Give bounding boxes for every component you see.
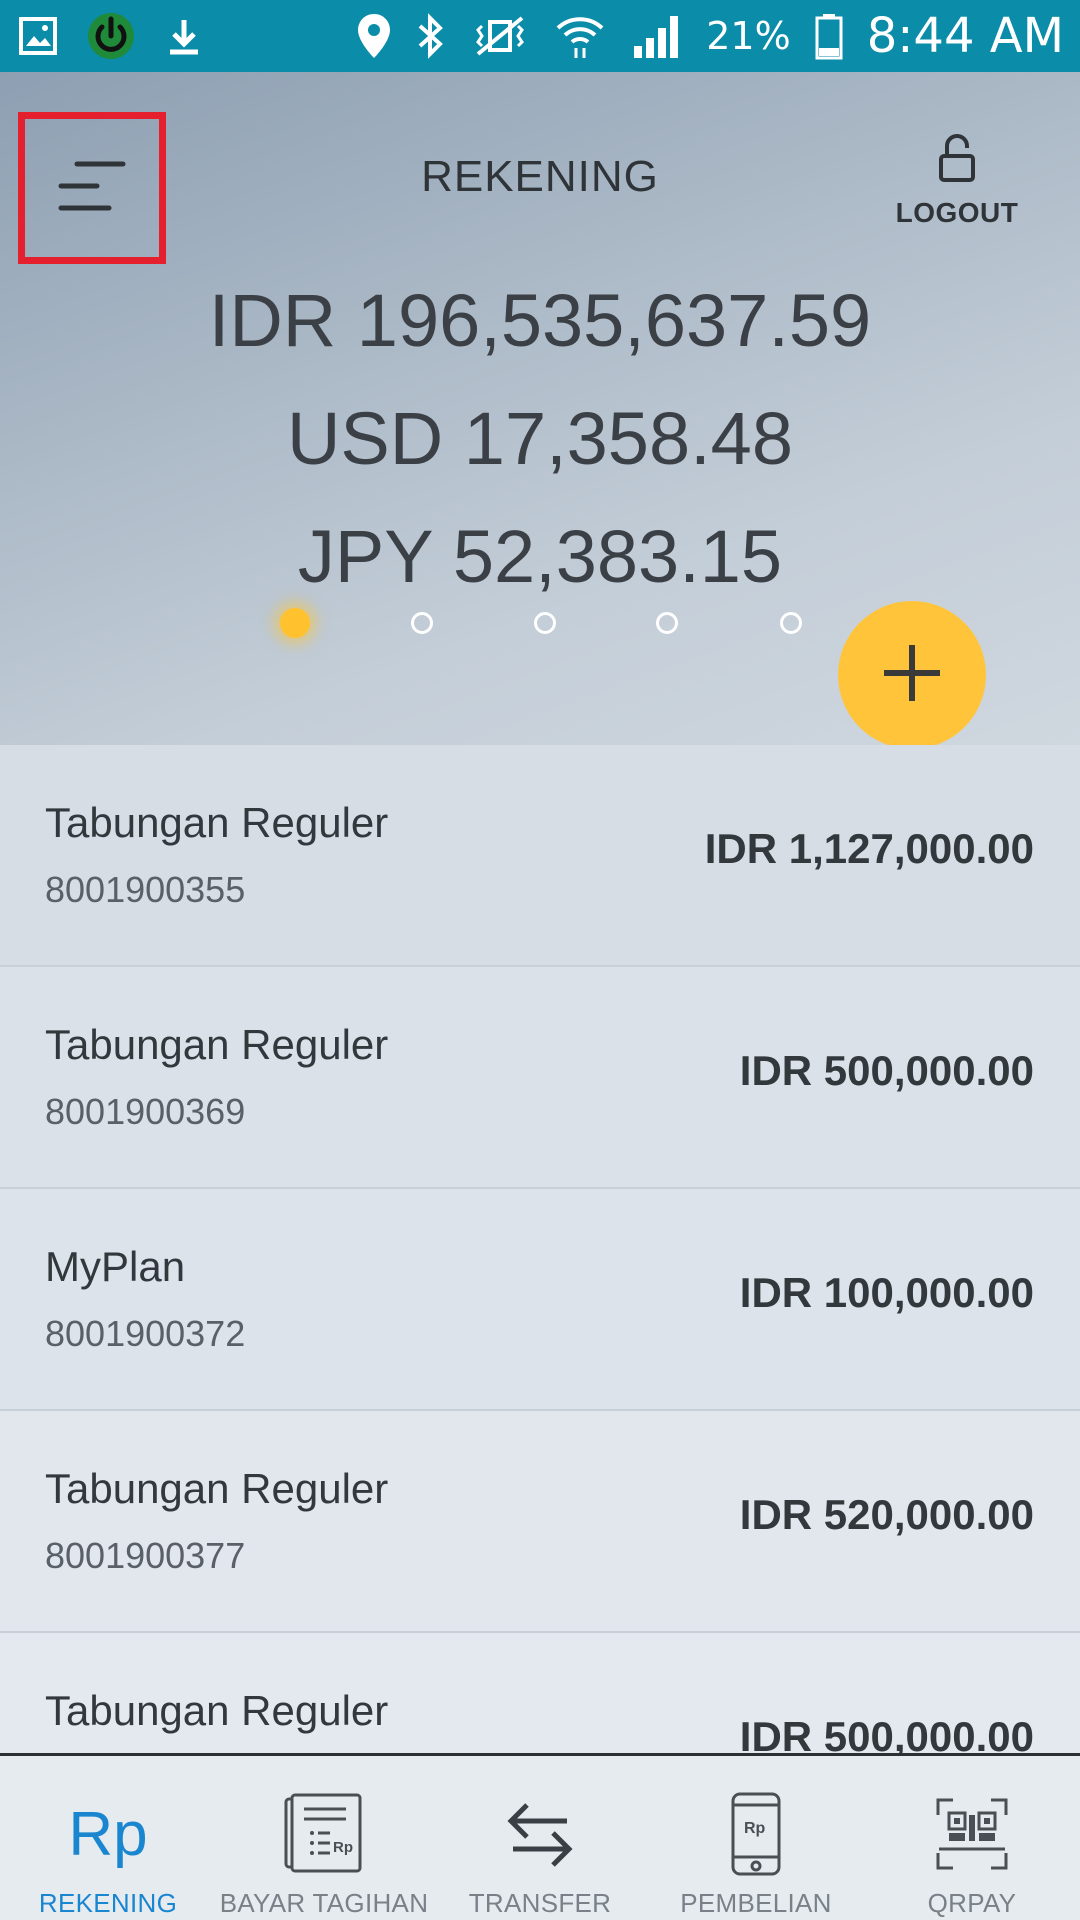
signal-icon: [630, 12, 682, 60]
plus-icon: [880, 641, 944, 710]
nav-label: REKENING: [38, 1888, 178, 1918]
unlock-icon: [937, 134, 977, 189]
svg-text:Rp: Rp: [744, 1820, 766, 1837]
account-number: 8001900369: [45, 1091, 246, 1132]
nav-pembelian[interactable]: Rp PEMBELIAN: [648, 1756, 864, 1920]
nav-label: BAYAR TAGIHAN: [219, 1888, 429, 1918]
battery-percent: 21%: [706, 14, 791, 58]
account-row[interactable]: Tabungan Reguler 8001900369 IDR 500,000.…: [0, 967, 1080, 1189]
account-summary-header: REKENING LOGOUT IDR 196,535,637.59 USD 1…: [0, 72, 1080, 749]
account-balance: IDR 500,000.00: [739, 1047, 1034, 1094]
logout-label: LOGOUT: [895, 197, 1019, 228]
account-name: Tabungan Reguler: [45, 799, 389, 846]
account-number: 8001900355: [45, 869, 246, 910]
balance-jpy: JPY 52,383.15: [297, 515, 783, 598]
power-icon: [86, 11, 136, 61]
account-number: 8001900372: [45, 1313, 246, 1354]
rp-icon-text: Rp: [68, 1799, 148, 1869]
rp-icon: Rp: [68, 1784, 147, 1884]
nav-label: QRPAY: [927, 1888, 1017, 1918]
bluetooth-icon: [416, 12, 446, 60]
transfer-arrows-icon: [505, 1784, 575, 1884]
account-name: Tabungan Reguler: [45, 1687, 389, 1734]
account-name: MyPlan: [45, 1243, 186, 1290]
qr-scan-icon: [935, 1784, 1009, 1884]
account-balance: IDR 100,000.00: [739, 1269, 1034, 1316]
total-balances: IDR 196,535,637.59 USD 17,358.48 JPY 52,…: [0, 262, 1080, 616]
page-dot[interactable]: [656, 612, 678, 634]
account-name: Tabungan Reguler: [45, 1021, 389, 1068]
page-dot[interactable]: [411, 612, 433, 634]
logout-button[interactable]: LOGOUT: [892, 134, 1022, 244]
page-dot[interactable]: [534, 612, 556, 634]
account-row[interactable]: MyPlan 8001900372 IDR 100,000.00: [0, 1189, 1080, 1411]
vibrate-mute-icon: [470, 14, 530, 58]
account-list: Tabungan Reguler 8001900355 IDR 1,127,00…: [0, 745, 1080, 1755]
nav-qrpay[interactable]: QRPAY: [864, 1756, 1080, 1920]
bill-icon: Rp: [282, 1784, 366, 1884]
account-number: 8001900377: [45, 1535, 246, 1576]
account-row[interactable]: Tabungan Reguler 8001900377 IDR 520,000.…: [0, 1411, 1080, 1633]
nav-rekening[interactable]: Rp REKENING: [0, 1756, 216, 1920]
account-row[interactable]: Tabungan Reguler 8001900355 IDR 1,127,00…: [0, 745, 1080, 967]
nav-bayar-tagihan[interactable]: Rp BAYAR TAGIHAN: [216, 1756, 432, 1920]
location-icon: [356, 12, 392, 60]
account-balance: IDR 500,000.00: [739, 1713, 1034, 1755]
nav-label: TRANSFER: [468, 1888, 612, 1918]
download-icon: [164, 16, 204, 56]
page-dot-active[interactable]: [280, 608, 310, 638]
status-bar: 21% 8:44 AM: [0, 0, 1080, 72]
svg-text:Rp: Rp: [333, 1839, 353, 1856]
account-balance: IDR 1,127,000.00: [704, 825, 1034, 872]
balance-idr: IDR 196,535,637.59: [208, 279, 872, 362]
clock: 8:44 AM: [866, 8, 1064, 64]
balance-usd: USD 17,358.48: [286, 397, 793, 480]
bottom-navigation: Rp REKENING Rp BAYAR TAGIHAN TRANSFER Rp…: [0, 1753, 1080, 1920]
add-account-button[interactable]: [838, 601, 986, 749]
nav-label: PEMBELIAN: [680, 1888, 832, 1918]
nav-transfer[interactable]: TRANSFER: [432, 1756, 648, 1920]
account-balance: IDR 520,000.00: [739, 1491, 1034, 1538]
gallery-icon: [18, 16, 58, 56]
page-dot[interactable]: [780, 612, 802, 634]
wifi-icon: [554, 12, 606, 60]
account-row[interactable]: Tabungan Reguler IDR 500,000.00: [0, 1633, 1080, 1755]
account-name: Tabungan Reguler: [45, 1465, 389, 1512]
battery-icon: [815, 12, 843, 60]
phone-purchase-icon: Rp: [730, 1784, 782, 1884]
